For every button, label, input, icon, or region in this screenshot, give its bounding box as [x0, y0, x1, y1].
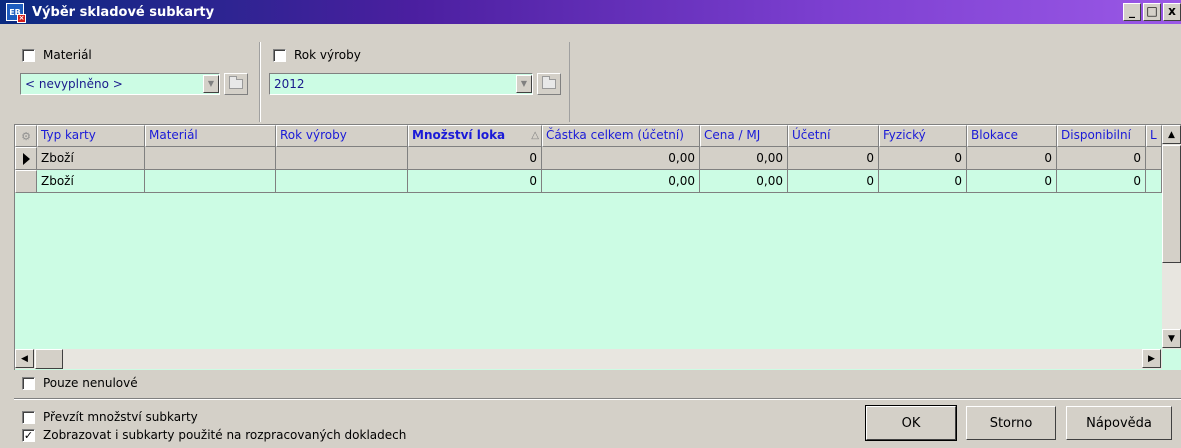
- column-header-blocked[interactable]: Blokace: [967, 125, 1057, 147]
- window-controls: _ □ x: [1123, 3, 1181, 21]
- show-in-progress-option[interactable]: ✓ Zobrazovat i subkarty použité na rozpr…: [22, 428, 406, 442]
- year-checkbox[interactable]: [273, 48, 286, 62]
- filter-panel: Materiál < nevyplněno > ▼ Rok výroby 201…: [14, 42, 1181, 122]
- year-filter-toggle[interactable]: Rok výroby: [273, 48, 361, 62]
- vertical-scroll-thumb[interactable]: [1162, 145, 1181, 263]
- row-pointer-icon: [22, 152, 30, 165]
- column-header-quantity[interactable]: Množství loka △: [408, 125, 542, 147]
- scroll-down-button[interactable]: ▼: [1162, 329, 1181, 348]
- checkmark-icon: ✓: [23, 428, 34, 442]
- year-filter-label: Rok výroby: [294, 48, 361, 62]
- column-header-l[interactable]: L: [1146, 125, 1162, 147]
- scroll-right-button[interactable]: ▶: [1142, 349, 1161, 368]
- take-quantity-checkbox[interactable]: [22, 410, 35, 424]
- cell-card-type[interactable]: Zboží: [37, 147, 145, 170]
- column-header-card-type[interactable]: Typ karty: [37, 125, 145, 147]
- horizontal-scrollbar[interactable]: ◀ ▶: [15, 349, 1162, 369]
- column-settings-icon[interactable]: ⚙: [15, 125, 37, 147]
- material-combobox-value: < nevyplněno >: [25, 77, 123, 91]
- show-in-progress-label: Zobrazovat i subkarty použité na rozprac…: [43, 428, 407, 442]
- grid-header: ⚙ Typ karty Materiál Rok výroby Množství…: [15, 125, 1162, 147]
- cancel-button[interactable]: Storno: [966, 406, 1056, 440]
- maximize-button[interactable]: □: [1143, 3, 1161, 21]
- ok-button[interactable]: OK: [865, 405, 957, 441]
- cell-year[interactable]: [276, 170, 408, 193]
- grid-rows: Zboží 0 0,00 0,00 0 0 0 0 Zboží 0 0,00 0…: [15, 147, 1162, 193]
- cell-l[interactable]: [1146, 170, 1162, 193]
- cell-blocked[interactable]: 0: [967, 170, 1057, 193]
- column-header-physical[interactable]: Fyzický: [879, 125, 967, 147]
- year-combobox-value: 2012: [274, 77, 305, 91]
- take-quantity-label: Převzít množství subkarty: [43, 410, 198, 424]
- cell-year[interactable]: [276, 147, 408, 170]
- nonzero-only-option[interactable]: Pouze nenulové: [22, 376, 138, 390]
- material-filter-toggle[interactable]: Materiál: [22, 48, 92, 62]
- window-title: Výběr skladové subkarty: [32, 4, 215, 20]
- cell-blocked[interactable]: 0: [967, 147, 1057, 170]
- column-header-quantity-label: Množství loka: [412, 128, 506, 142]
- scroll-left-button[interactable]: ◀: [15, 349, 34, 368]
- cell-available[interactable]: 0: [1057, 147, 1146, 170]
- material-checkbox[interactable]: [22, 48, 35, 62]
- cell-accounting[interactable]: 0: [788, 170, 879, 193]
- help-button[interactable]: Nápověda: [1066, 406, 1172, 440]
- minimize-button[interactable]: _: [1123, 3, 1141, 21]
- column-header-accounting[interactable]: Účetní: [788, 125, 879, 147]
- column-header-year[interactable]: Rok výroby: [276, 125, 408, 147]
- material-combobox[interactable]: < nevyplněno > ▼: [20, 73, 220, 95]
- year-browse-button[interactable]: [537, 73, 561, 95]
- subcard-grid[interactable]: ⚙ Typ karty Materiál Rok výroby Množství…: [14, 124, 1181, 370]
- cell-quantity[interactable]: 0: [408, 170, 542, 193]
- current-row-indicator: [15, 147, 37, 170]
- cell-quantity[interactable]: 0: [408, 147, 542, 170]
- cell-material[interactable]: [145, 170, 276, 193]
- nonzero-only-checkbox[interactable]: [22, 376, 35, 390]
- material-browse-button[interactable]: [224, 73, 248, 95]
- close-badge-icon: ×: [17, 14, 26, 23]
- column-header-unit-price[interactable]: Cena / MJ: [700, 125, 788, 147]
- year-filter-group: Rok výroby 2012 ▼: [260, 42, 570, 122]
- dialog-window: EB × Výběr skladové subkarty _ □ x Mater…: [0, 0, 1181, 448]
- vertical-scrollbar[interactable]: ▲ ▼: [1162, 125, 1181, 349]
- app-icon: EB ×: [6, 3, 26, 23]
- close-button[interactable]: x: [1163, 3, 1181, 21]
- title-bar[interactable]: EB × Výběr skladové subkarty _ □ x: [0, 0, 1181, 24]
- cell-physical[interactable]: 0: [879, 147, 967, 170]
- cell-material[interactable]: [145, 147, 276, 170]
- column-header-total-amount[interactable]: Částka celkem (účetní): [542, 125, 700, 147]
- cell-physical[interactable]: 0: [879, 170, 967, 193]
- table-row[interactable]: Zboží 0 0,00 0,00 0 0 0 0: [15, 147, 1162, 170]
- year-combobox[interactable]: 2012 ▼: [269, 73, 533, 95]
- scroll-up-button[interactable]: ▲: [1162, 125, 1181, 144]
- cell-accounting[interactable]: 0: [788, 147, 879, 170]
- column-header-available[interactable]: Disponibilní: [1057, 125, 1146, 147]
- cell-unit-price[interactable]: 0,00: [700, 147, 788, 170]
- sort-ascending-icon: △: [531, 130, 539, 141]
- show-in-progress-checkbox[interactable]: ✓: [22, 428, 35, 442]
- nonzero-only-label: Pouze nenulové: [43, 376, 138, 390]
- horizontal-scroll-thumb[interactable]: [35, 349, 63, 369]
- row-indicator: [15, 170, 37, 193]
- material-filter-group: Materiál < nevyplněno > ▼: [14, 42, 260, 122]
- column-header-material[interactable]: Materiál: [145, 125, 276, 147]
- folder-icon: [542, 76, 556, 89]
- table-row[interactable]: Zboží 0 0,00 0,00 0 0 0 0: [15, 170, 1162, 193]
- cell-unit-price[interactable]: 0,00: [700, 170, 788, 193]
- cell-total-amount[interactable]: 0,00: [542, 147, 700, 170]
- cell-total-amount[interactable]: 0,00: [542, 170, 700, 193]
- cell-available[interactable]: 0: [1057, 170, 1146, 193]
- material-filter-label: Materiál: [43, 48, 92, 62]
- cell-card-type[interactable]: Zboží: [37, 170, 145, 193]
- chevron-down-icon[interactable]: ▼: [516, 75, 532, 93]
- separator: [14, 398, 1181, 400]
- chevron-down-icon[interactable]: ▼: [203, 75, 219, 93]
- cell-l[interactable]: [1146, 147, 1162, 170]
- take-quantity-option[interactable]: Převzít množství subkarty: [22, 410, 198, 424]
- folder-icon: [229, 76, 243, 89]
